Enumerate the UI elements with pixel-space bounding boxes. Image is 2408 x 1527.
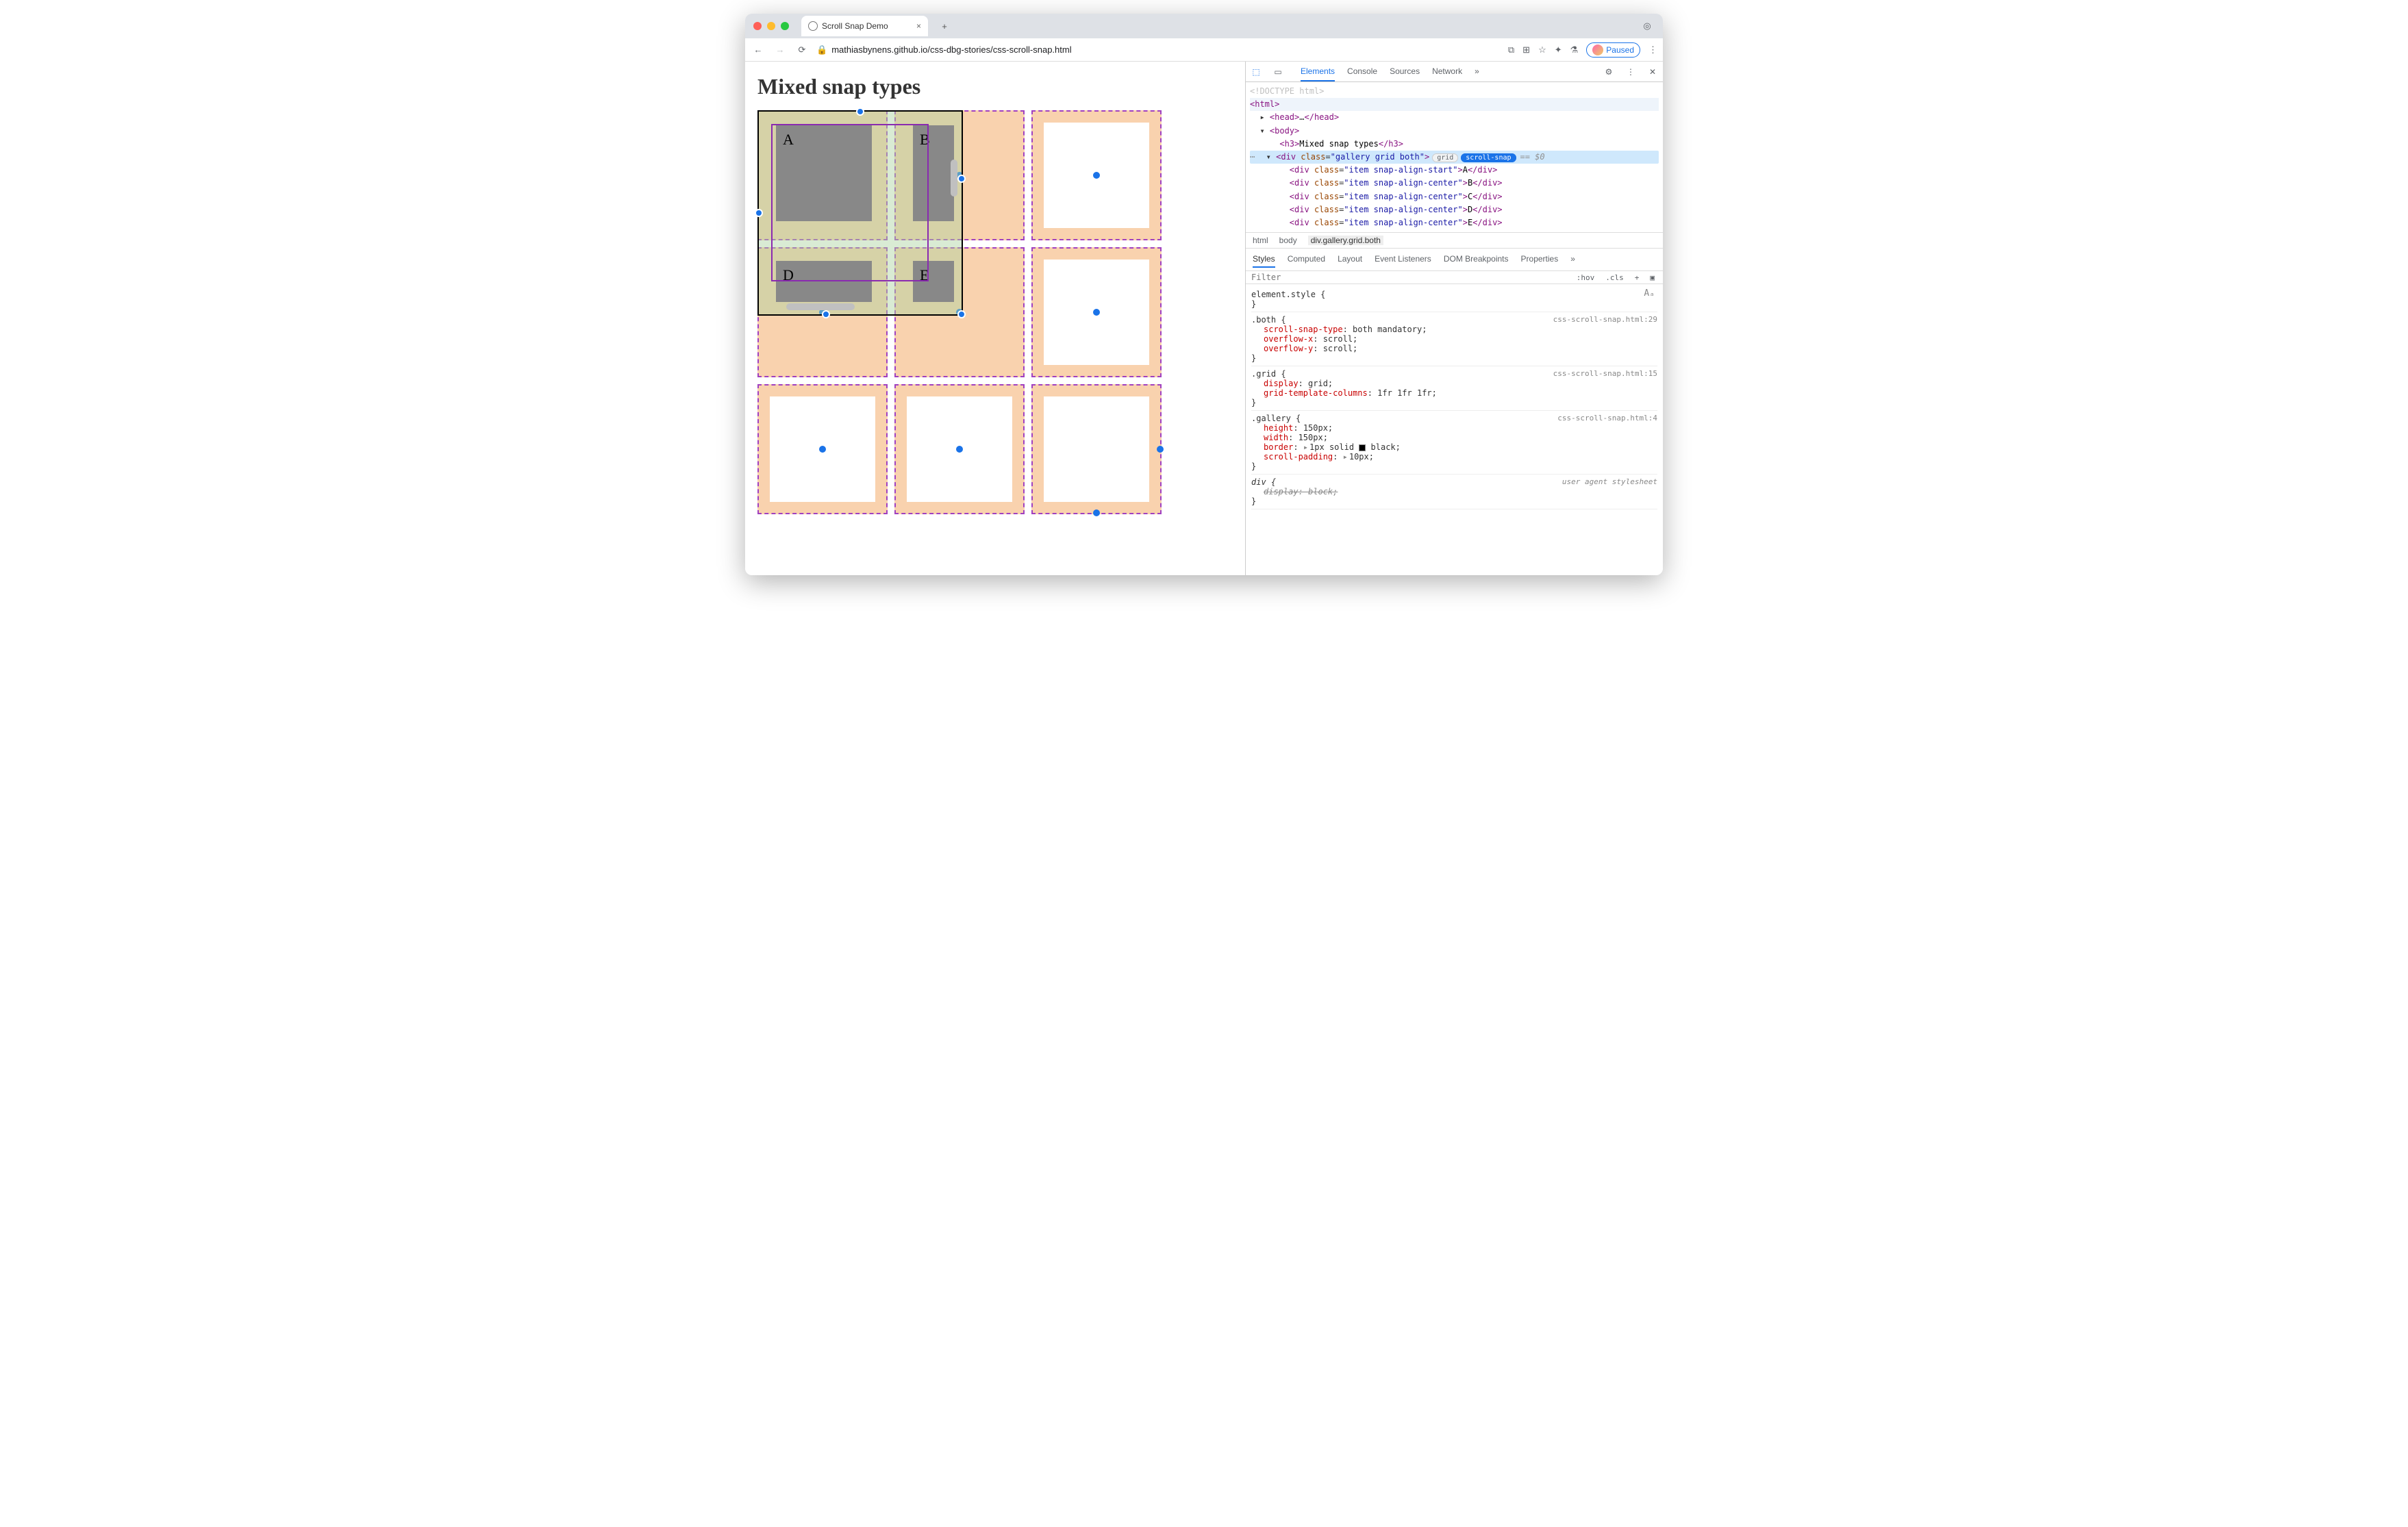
tab-network[interactable]: Network (1432, 62, 1462, 81)
styles-tab-layout[interactable]: Layout (1338, 251, 1362, 268)
crumb-selected[interactable]: div.gallery.grid.both (1308, 236, 1383, 245)
dom-item: <div class="item snap-align-start">A</di… (1250, 164, 1659, 177)
maximize-window-icon[interactable] (781, 22, 789, 30)
dom-tree[interactable]: <!DOCTYPE html> <html> ▸ <head>…</head> … (1246, 82, 1663, 232)
scroll-padding-box (771, 124, 929, 281)
add-rule-icon[interactable]: + (1632, 273, 1642, 282)
tab-elements[interactable]: Elements (1301, 62, 1335, 81)
snap-cell (757, 384, 888, 514)
scrollbar-horizontal[interactable] (786, 303, 855, 310)
resize-handle[interactable] (957, 310, 966, 318)
dom-h3: <h3>Mixed snap types</h3> (1250, 138, 1659, 151)
rule-both: css-scroll-snap.html:29 .both { scroll-s… (1251, 312, 1657, 366)
toolbar: ← → ⟳ 🔒 mathiasbynens.github.io/css-dbg-… (745, 38, 1663, 62)
devtools-panel: ⬚ ▭ Elements Console Sources Network » ⚙… (1245, 62, 1663, 575)
rendered-page: Mixed snap types A B D E (745, 62, 1245, 575)
globe-icon (808, 21, 818, 31)
avatar-icon (1592, 45, 1603, 55)
scrollbar-vertical[interactable] (951, 160, 957, 197)
lab-icon[interactable]: ⚗ (1570, 45, 1579, 55)
dom-gallery[interactable]: ⋯ ▾ <div class="gallery grid both">grids… (1250, 151, 1659, 164)
more-icon[interactable]: ⋮ (1625, 66, 1637, 78)
resize-handle[interactable] (822, 310, 830, 318)
rule-gallery: css-scroll-snap.html:4 .gallery { height… (1251, 411, 1657, 475)
cls-toggle[interactable]: .cls (1603, 273, 1627, 282)
styles-tab-overflow-icon[interactable]: » (1570, 251, 1575, 268)
lock-icon: 🔒 (816, 45, 827, 55)
browser-window: Scroll Snap Demo × + ◎ ← → ⟳ 🔒 mathiasby… (745, 14, 1663, 575)
devtools-toolbar: ⬚ ▭ Elements Console Sources Network » ⚙… (1246, 62, 1663, 82)
dom-item: <div class="item snap-align-center">E</d… (1250, 216, 1659, 229)
dom-item: <div class="item snap-align-center">D</d… (1250, 203, 1659, 216)
styles-tab-computed[interactable]: Computed (1288, 251, 1325, 268)
resize-handle[interactable] (755, 209, 763, 217)
panel-toggle-icon[interactable]: ▣ (1647, 273, 1657, 282)
styles-tab-styles[interactable]: Styles (1253, 251, 1275, 268)
tab-sources[interactable]: Sources (1390, 62, 1420, 81)
content-area: Mixed snap types A B D E (745, 62, 1663, 575)
rule-grid: css-scroll-snap.html:15 .grid { display:… (1251, 366, 1657, 411)
color-swatch-icon[interactable] (1359, 444, 1366, 451)
crumb-body[interactable]: body (1279, 236, 1297, 245)
menu-icon[interactable]: ⋮ (1648, 45, 1657, 55)
snap-cell (1031, 247, 1162, 377)
resize-handle[interactable] (856, 108, 864, 116)
close-window-icon[interactable] (753, 22, 762, 30)
account-icon[interactable]: ◎ (1640, 18, 1655, 34)
bookmark-icon[interactable]: ☆ (1538, 45, 1546, 55)
page-heading: Mixed snap types (757, 74, 1233, 99)
breadcrumb: html body div.gallery.grid.both (1246, 232, 1663, 249)
rule-div: user agent stylesheet div { display: blo… (1251, 475, 1657, 509)
inspect-icon[interactable]: ⬚ (1250, 66, 1262, 78)
rule-element-style: Aₐ element.style { } (1251, 287, 1657, 312)
styles-filter-row: :hov .cls + ▣ (1246, 271, 1663, 284)
device-icon[interactable]: ⧉ (1508, 45, 1514, 55)
styles-tab-props[interactable]: Properties (1521, 251, 1559, 268)
dom-item: <div class="item snap-align-center">C</d… (1250, 190, 1659, 203)
dom-body: ▾ <body> (1250, 125, 1659, 138)
styles-tab-domb[interactable]: DOM Breakpoints (1444, 251, 1509, 268)
gallery-overlay: A B D E (757, 110, 1168, 521)
font-icon[interactable]: Aₐ (1644, 288, 1655, 299)
snap-cell (894, 384, 1025, 514)
badge-scroll-snap[interactable]: scroll-snap (1461, 153, 1516, 162)
styles-tab-event[interactable]: Event Listeners (1375, 251, 1431, 268)
reload-button[interactable]: ⟳ (794, 42, 810, 58)
profile-paused[interactable]: Paused (1586, 42, 1640, 58)
new-tab-button[interactable]: + (936, 18, 953, 34)
crumb-html[interactable]: html (1253, 236, 1268, 245)
forward-button[interactable]: → (773, 42, 788, 58)
dom-html: <html> (1250, 98, 1659, 111)
snap-cell (1031, 110, 1162, 240)
styles-pane[interactable]: Aₐ element.style { } css-scroll-snap.htm… (1246, 284, 1663, 575)
tabs-overflow-icon[interactable]: » (1475, 62, 1479, 81)
browser-tab[interactable]: Scroll Snap Demo × (801, 16, 928, 36)
badge-grid[interactable]: grid (1432, 153, 1458, 162)
styles-filter-input[interactable] (1251, 273, 1568, 282)
device-mode-icon[interactable]: ▭ (1272, 66, 1284, 78)
hov-toggle[interactable]: :hov (1574, 273, 1598, 282)
url: mathiasbynens.github.io/css-dbg-stories/… (831, 45, 1071, 55)
styles-tabs: Styles Computed Layout Event Listeners D… (1246, 249, 1663, 271)
settings-icon[interactable]: ⚙ (1603, 66, 1615, 78)
extensions-icon[interactable]: ✦ (1555, 45, 1562, 55)
close-devtools-icon[interactable]: ✕ (1646, 66, 1659, 78)
titlebar: Scroll Snap Demo × + ◎ (745, 14, 1663, 38)
back-button[interactable]: ← (751, 42, 766, 58)
dom-head: ▸ <head>…</head> (1250, 111, 1659, 124)
tab-console[interactable]: Console (1347, 62, 1377, 81)
snap-cell (1031, 384, 1162, 514)
resize-handle[interactable] (957, 175, 966, 183)
close-tab-icon[interactable]: × (916, 21, 921, 31)
address-bar[interactable]: 🔒 mathiasbynens.github.io/css-dbg-storie… (816, 45, 1501, 55)
dom-item: <div class="item snap-align-center">B</d… (1250, 177, 1659, 190)
doctype: <!DOCTYPE html> (1250, 85, 1659, 98)
qr-icon[interactable]: ⊞ (1522, 45, 1530, 55)
tab-title: Scroll Snap Demo (822, 21, 888, 31)
minimize-window-icon[interactable] (767, 22, 775, 30)
scroll-viewport[interactable]: A B D E (757, 110, 963, 316)
traffic-lights (753, 22, 789, 30)
